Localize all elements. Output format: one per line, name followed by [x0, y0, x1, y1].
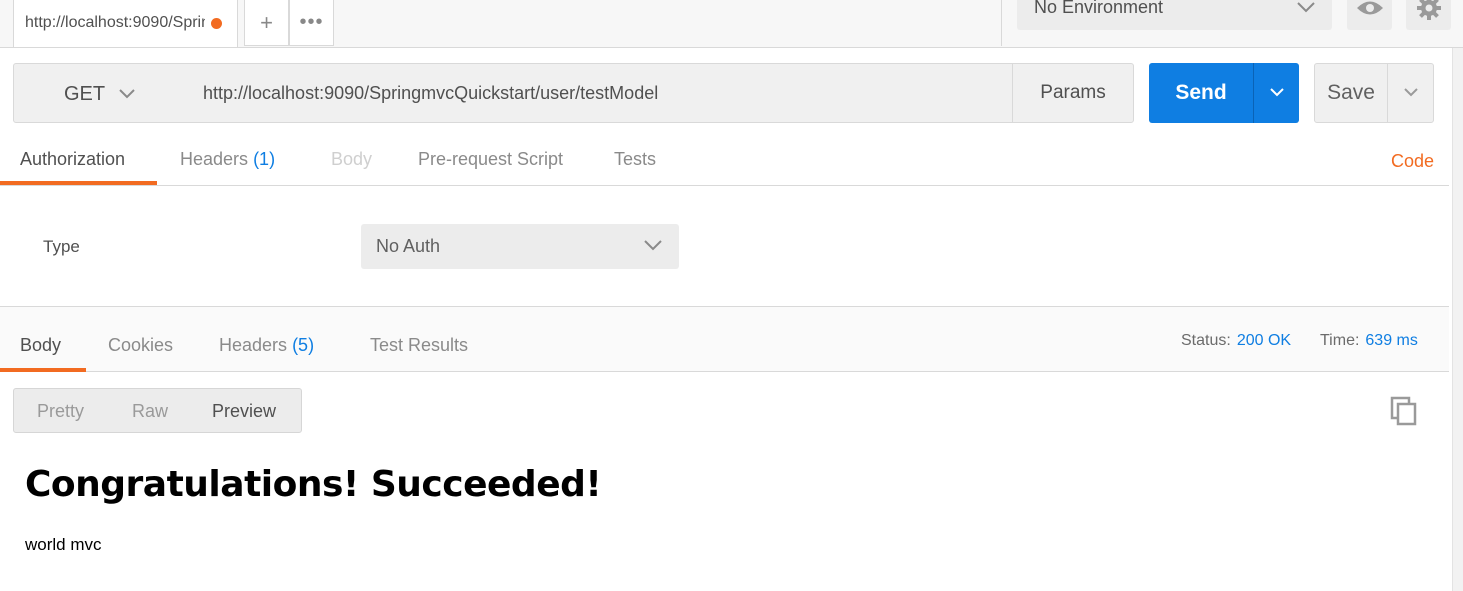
status-value: 200 OK — [1236, 332, 1292, 349]
url-input[interactable] — [188, 63, 1014, 123]
save-button[interactable]: Save — [1314, 63, 1388, 123]
tab-pre-request-script[interactable]: Pre-request Script — [418, 149, 563, 170]
tab-tests[interactable]: Tests — [614, 149, 656, 170]
view-mode-toggle: Pretty Raw Preview — [13, 388, 302, 433]
environment-quick-look-button[interactable] — [1347, 0, 1392, 30]
params-label: Params — [1040, 82, 1106, 103]
time-readout: Time: 639 ms — [1320, 332, 1418, 350]
chevron-down-icon — [1296, 0, 1316, 18]
tab-headers-label: Headers — [180, 149, 249, 169]
unsaved-dot-icon — [211, 18, 222, 29]
gear-icon — [1416, 0, 1442, 26]
view-pretty[interactable]: Pretty — [37, 401, 84, 422]
preview-heading: Congratulations! Succeeded! — [25, 464, 602, 505]
request-tab-title: http://localhost:9090/SpringmvcQuickstar… — [25, 14, 205, 31]
scrollbar[interactable] — [1452, 48, 1463, 591]
settings-button[interactable] — [1406, 0, 1451, 30]
auth-type-label: Type — [43, 237, 80, 256]
new-tab-button[interactable]: + — [244, 0, 289, 46]
view-preview[interactable]: Preview — [212, 401, 276, 422]
ellipsis-icon: ••• — [299, 11, 324, 33]
environment-label: No Environment — [1034, 0, 1164, 17]
save-options-button[interactable] — [1387, 63, 1434, 123]
environment-select[interactable]: No Environment — [1017, 0, 1332, 30]
tab-response-headers-label: Headers — [219, 335, 288, 355]
request-tabs: Authorization Headers (1) Body Pre-reque… — [0, 138, 1449, 186]
view-raw[interactable]: Raw — [132, 401, 168, 422]
send-options-button[interactable] — [1253, 63, 1299, 123]
chevron-down-icon — [1269, 84, 1285, 102]
tab-response-headers[interactable]: Headers (5) — [219, 335, 314, 356]
eye-icon — [1355, 0, 1385, 22]
method-label: GET — [64, 83, 106, 105]
tab-response-body[interactable]: Body — [20, 335, 61, 356]
tab-body[interactable]: Body — [331, 149, 372, 170]
tab-headers[interactable]: Headers (1) — [180, 149, 275, 170]
preview-text: world mvc — [25, 535, 102, 554]
send-label: Send — [1175, 81, 1227, 104]
status-label: Status: — [1181, 332, 1231, 349]
request-tab[interactable]: http://localhost:9090/SpringmvcQuickstar… — [13, 0, 238, 47]
params-button[interactable]: Params — [1012, 63, 1134, 123]
auth-type-value: No Auth — [376, 236, 441, 256]
tab-test-results[interactable]: Test Results — [370, 335, 468, 356]
copy-icon[interactable] — [1390, 396, 1418, 431]
active-tab-indicator — [0, 368, 86, 372]
tab-authorization[interactable]: Authorization — [20, 149, 125, 170]
headers-count: (1) — [253, 149, 276, 169]
save-label: Save — [1327, 81, 1375, 104]
status-readout: Status: 200 OK — [1181, 332, 1291, 350]
code-link[interactable]: Code — [1391, 151, 1434, 172]
tab-bar: http://localhost:9090/SpringmvcQuickstar… — [0, 0, 1463, 48]
chevron-down-icon — [1403, 84, 1419, 102]
auth-panel: Type No Auth — [0, 186, 1449, 307]
response-headers-count: (5) — [292, 335, 315, 355]
time-value: 639 ms — [1365, 332, 1418, 349]
chevron-down-icon — [118, 86, 136, 104]
divider — [1001, 0, 1002, 46]
active-tab-indicator — [0, 181, 157, 185]
chevron-down-icon — [643, 238, 663, 256]
plus-icon: + — [260, 9, 273, 35]
more-tabs-button[interactable]: ••• — [289, 0, 334, 46]
send-button[interactable]: Send — [1149, 63, 1253, 123]
tab-cookies[interactable]: Cookies — [108, 335, 173, 356]
auth-type-select[interactable]: No Auth — [361, 224, 679, 269]
response-tabs: Body Cookies Headers (5) Test Results St… — [0, 307, 1449, 372]
time-label: Time: — [1320, 332, 1360, 349]
method-select[interactable]: GET — [13, 63, 189, 123]
